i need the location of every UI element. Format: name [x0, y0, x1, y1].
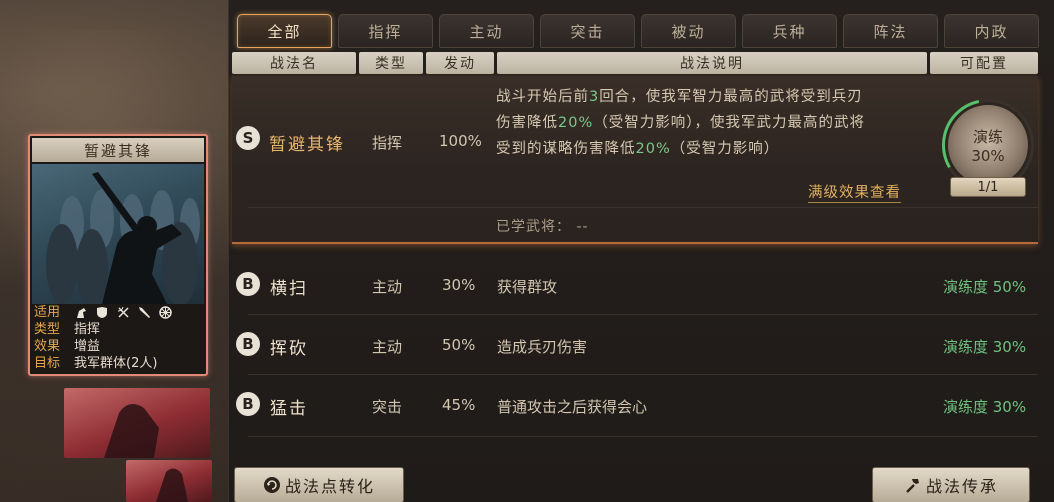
row-divider	[248, 436, 1038, 437]
cavalry-icon	[74, 306, 88, 320]
desc-percent: 20%	[635, 141, 671, 157]
tab-troop-type[interactable]: 兵种	[742, 14, 837, 48]
tactic-rate: 45%	[442, 396, 476, 414]
tactic-description: 造成兵刃伤害	[497, 338, 588, 356]
tactic-type: 突击	[372, 398, 403, 416]
header-type: 类型	[359, 52, 423, 74]
learned-generals: 已学武将： --	[496, 216, 589, 236]
practice-label: 演练	[972, 127, 1003, 146]
header-configurable: 可配置	[930, 52, 1038, 74]
tactic-name[interactable]: 横扫	[270, 274, 308, 299]
desc-text: 受到的谋略伤害降低	[496, 141, 636, 157]
tactic-thumbnail[interactable]	[126, 460, 212, 502]
desc-text: 战斗开始后前	[496, 89, 589, 105]
tactic-name: 暂避其锋	[269, 135, 345, 155]
rank-badge: S	[236, 126, 260, 150]
tactic-description: 战斗开始后前3回合，使我军智力最高的武将受到兵刃 伤害降低20%（受智力影响），…	[496, 84, 926, 162]
tab-active[interactable]: 主动	[439, 14, 534, 48]
header-description: 战法说明	[497, 52, 927, 74]
learned-value: --	[576, 219, 589, 235]
row-divider	[248, 314, 1038, 315]
applies-label: 适用	[34, 305, 61, 320]
type-value: 指挥	[74, 322, 101, 337]
header-name: 战法名	[232, 52, 356, 74]
desc-round-count: 3	[589, 89, 600, 105]
desc-text: （受智力影响）	[670, 141, 780, 157]
tab-formation[interactable]: 阵法	[843, 14, 938, 48]
effect-value: 增益	[74, 339, 101, 354]
tactic-rate: 50%	[442, 336, 476, 354]
practice-count-badge: 1/1	[950, 177, 1026, 197]
tactic-card: 暂避其锋 适用 类型 指挥 效果 增益 目标 我军群体(2人)	[28, 134, 208, 376]
inherit-tactic-button[interactable]: 战法传承	[872, 467, 1030, 502]
silhouette-art	[156, 468, 188, 502]
convert-label: 战法点转化	[284, 477, 375, 496]
spear-icon	[137, 306, 151, 320]
shield-icon	[95, 306, 109, 320]
tab-command[interactable]: 指挥	[338, 14, 433, 48]
troop-type-icons	[74, 306, 172, 320]
row-divider	[248, 374, 1038, 375]
card-info: 适用 类型 指挥 效果 增益 目标 我军群体(2人)	[34, 304, 204, 372]
practice-progress: 演练度 30%	[943, 398, 1027, 416]
inherit-label: 战法传承	[925, 477, 998, 496]
desc-text: （受智力影响），使我军武力最高的武将	[593, 115, 865, 131]
tactic-description: 普通攻击之后获得会心	[497, 398, 648, 416]
tactic-type: 指挥	[372, 134, 403, 152]
learned-label: 已学武将：	[496, 219, 571, 235]
soldiers-silhouette-art	[46, 172, 200, 304]
silhouette-art	[104, 404, 159, 458]
practice-percent: 30%	[971, 146, 1005, 165]
rank-badge: B	[236, 272, 260, 296]
tactic-category-tabs: 全部 指挥 主动 突击 被动 兵种 阵法 内政	[237, 14, 1039, 48]
card-title: 暂避其锋	[32, 138, 204, 162]
bow-icon	[116, 306, 130, 320]
effect-label: 效果	[34, 339, 61, 354]
tactic-type: 主动	[372, 278, 403, 296]
convert-tactic-points-button[interactable]: 战法点转化	[234, 467, 404, 502]
tab-all[interactable]: 全部	[237, 14, 332, 48]
tab-assault[interactable]: 突击	[540, 14, 635, 48]
type-label: 类型	[34, 322, 61, 337]
desc-text: 回合，使我军智力最高的武将受到兵刃	[599, 89, 863, 105]
tactic-rate: 30%	[442, 276, 476, 294]
practice-button[interactable]: 演练 30%	[945, 102, 1031, 188]
rank-badge: B	[236, 332, 260, 356]
card-artwork	[32, 164, 204, 304]
tab-internal-affairs[interactable]: 内政	[944, 14, 1039, 48]
tactic-rate: 100%	[439, 132, 482, 150]
convert-icon	[263, 477, 280, 493]
practice-progress: 演练度 30%	[943, 338, 1027, 356]
applies-row: 适用	[34, 304, 204, 321]
desc-percent: 20%	[558, 115, 594, 131]
type-row: 类型 指挥	[34, 321, 204, 338]
row-divider	[248, 207, 1038, 208]
target-row: 目标 我军群体(2人)	[34, 355, 204, 372]
tactic-name[interactable]: 挥砍	[270, 334, 308, 359]
tactic-name[interactable]: 猛击	[270, 394, 308, 419]
hammer-icon	[906, 479, 919, 493]
header-rate: 发动	[426, 52, 494, 74]
full-level-effect-link[interactable]: 满级效果查看	[808, 181, 901, 203]
rank-badge: B	[236, 392, 260, 416]
tactic-thumbnail[interactable]	[64, 388, 210, 458]
tactic-description: 获得群攻	[497, 278, 558, 296]
tab-passive[interactable]: 被动	[641, 14, 736, 48]
target-value: 我军群体(2人)	[74, 356, 158, 371]
practice-progress: 演练度 50%	[943, 278, 1027, 296]
tactic-type: 主动	[372, 338, 403, 356]
wheel-icon	[158, 306, 172, 320]
target-label: 目标	[34, 356, 61, 371]
desc-text: 伤害降低	[496, 115, 558, 131]
effect-row: 效果 增益	[34, 338, 204, 355]
